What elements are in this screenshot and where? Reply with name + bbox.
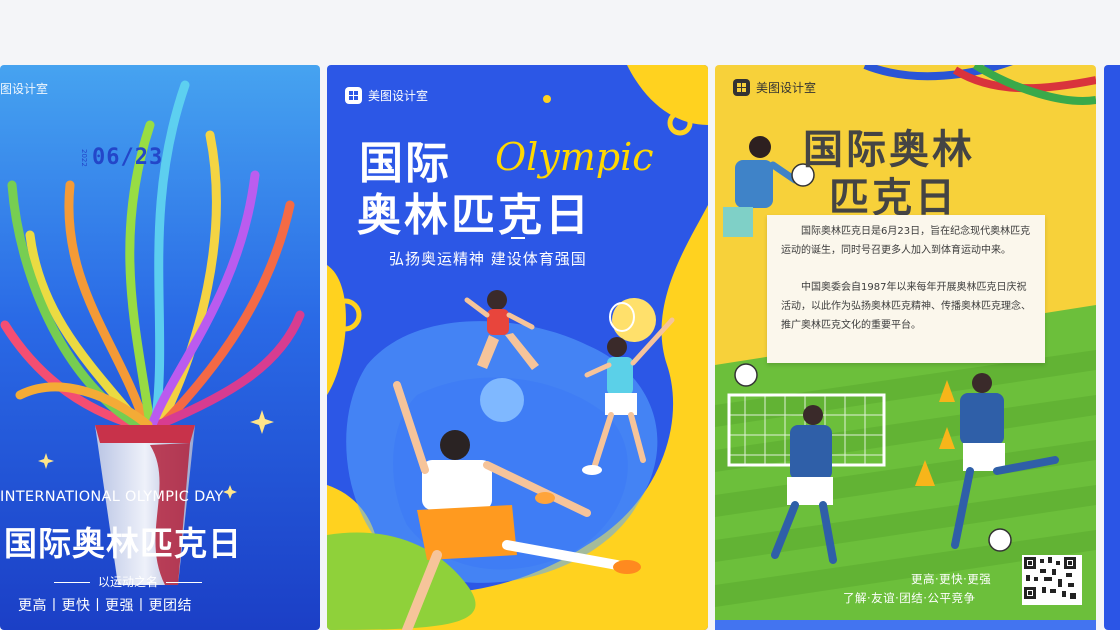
brand-logo: 美图设计室 — [345, 87, 428, 104]
brand-logo: 美图设计室 — [733, 79, 816, 96]
brand-logo-icon — [733, 79, 750, 96]
brand-label: 美图设计室 — [756, 81, 817, 95]
motto: 更高丨更快丨更强丨更团结 — [18, 598, 192, 614]
template-card-olympic-football[interactable]: 美图设计室 国际奥林 匹克日 国际奥林匹克日是6月23日，旨在纪念现代奥林匹克运… — [715, 65, 1096, 630]
slogan-2: 了解·友谊·团结·公平竞争 — [843, 591, 976, 605]
title-olympic-word: Olympic — [495, 135, 654, 179]
paragraph-2: 中国奥委会自1987年以来每年开展奥林匹克日庆祝活动，以此作为弘扬奥林匹克精神、… — [781, 282, 1031, 331]
qr-code-icon — [1022, 555, 1078, 601]
brand-label: 美图设计室 — [368, 89, 429, 103]
divider — [511, 237, 525, 239]
qr-code-image — [1022, 555, 1082, 605]
date-year-label: 2022 — [80, 149, 88, 167]
title-line-2: 奥林匹克日 — [357, 190, 592, 241]
slogan-1: 更高·更快·更强 — [911, 572, 992, 586]
tagline: 以运动之名 — [46, 573, 210, 590]
subtitle: 弘扬奥运精神 建设体育强国 — [389, 250, 587, 268]
brand-logo-icon — [345, 87, 362, 104]
template-card-olympic-athletes[interactable]: 美图设计室 国际 Olympic 奥林匹克日 弘扬奥运精神 建设体育强国 — [327, 65, 708, 630]
title-english: INTERNATIONAL OLYMPIC DAY — [0, 489, 224, 505]
title-chinese: 国际奥林匹克日 — [4, 524, 242, 563]
paragraph-1: 国际奥林匹克日是6月23日，旨在纪念现代奥林匹克运动的诞生，同时号召更多人加入到… — [781, 226, 1031, 256]
brand-label: 图设计室 — [0, 82, 49, 96]
date-label: 06/23 — [92, 145, 164, 170]
next-row-card-edge[interactable] — [715, 620, 1096, 630]
template-card-partial[interactable] — [1104, 65, 1120, 630]
top-bar — [0, 0, 1120, 63]
template-card-olympic-torch[interactable]: 图设计室 2022 06/23 INTERNATIONAL OLYMPIC DA… — [0, 65, 320, 630]
